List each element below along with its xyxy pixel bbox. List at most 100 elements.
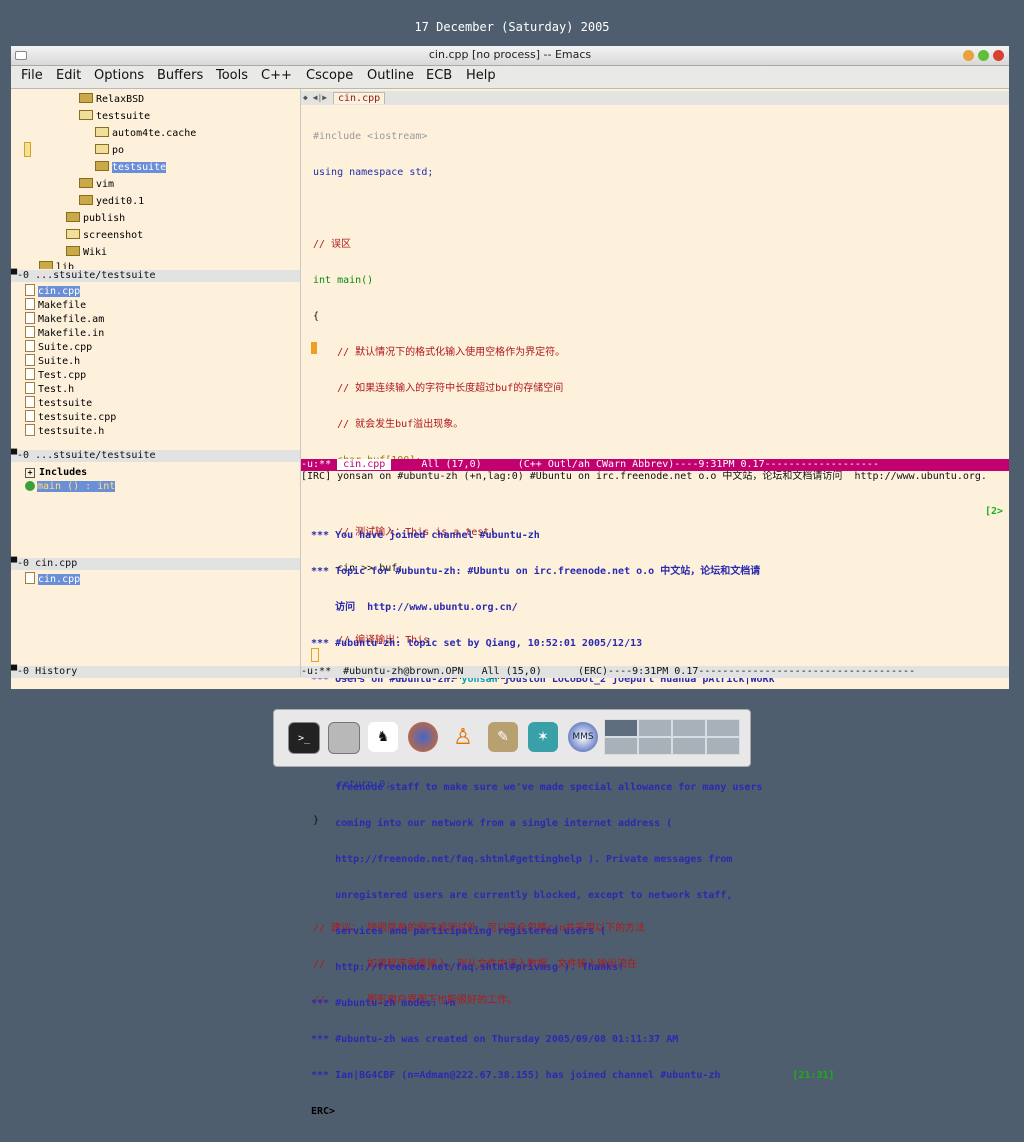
file-icon xyxy=(25,298,35,310)
irc-modeline: -u:** #ubuntu-zh@brown.OPN All (15,0) (E… xyxy=(301,666,1009,678)
editor-modeline: -u:** cin.cpp All (17,0) (C++ Outl/ah CW… xyxy=(301,459,1009,471)
file-icon xyxy=(25,326,35,338)
folder-open-icon xyxy=(66,229,80,239)
menu-cpp[interactable]: C++ xyxy=(261,68,292,83)
menu-help[interactable]: Help xyxy=(466,68,496,83)
source-item[interactable]: Makefile xyxy=(25,298,86,311)
source-item[interactable]: Makefile.in xyxy=(25,326,104,339)
workspace-7[interactable] xyxy=(672,737,706,755)
irc-line: *** #ubuntu-zh: topic set by Qiang, 10:5… xyxy=(311,638,643,649)
workspace-3[interactable] xyxy=(672,719,706,737)
irc-line: freenode staff to make sure we've made s… xyxy=(311,782,763,793)
method-icon xyxy=(25,481,35,491)
history-item-selected[interactable]: cin.cpp xyxy=(25,572,81,585)
source-item[interactable]: testsuite.h xyxy=(25,424,104,437)
folder-icon xyxy=(79,178,93,188)
timestamp: [21:31] xyxy=(792,1070,835,1081)
menu-file[interactable]: File xyxy=(21,68,43,83)
gnu-icon[interactable]: ♞ xyxy=(368,722,398,752)
dir-item[interactable]: yedit0.1 xyxy=(79,195,144,208)
code-line: // 误区 xyxy=(313,239,352,250)
folder-icon xyxy=(66,246,80,256)
title-bar[interactable]: cin.cpp [no process] -- Emacs xyxy=(11,46,1009,66)
close-icon[interactable] xyxy=(993,50,1004,61)
workspace-8[interactable] xyxy=(706,737,740,755)
methods-modeline: ▀-0 cin.cpp xyxy=(11,558,300,570)
irc-line: *** #ubuntu-zh modes: +n xyxy=(311,998,456,1009)
workspace-6[interactable] xyxy=(638,737,672,755)
irc-line: services and participating registered us… xyxy=(311,926,607,937)
dir-item-selected[interactable]: testsuite xyxy=(95,161,167,174)
code-line: using namespace std; xyxy=(313,167,434,178)
tab-cin-cpp[interactable]: cin.cpp xyxy=(333,92,386,104)
menu-cscope[interactable]: Cscope xyxy=(306,68,353,83)
firefox-icon[interactable] xyxy=(408,722,438,752)
dir-item[interactable]: publish xyxy=(66,212,125,225)
code-line: // 默认情况下的格式化输入使用空格作为界定符。 xyxy=(313,347,566,358)
workspace-4[interactable] xyxy=(706,719,740,737)
code-line: // 如果连续输入的字符中长度超过buf的存储空间 xyxy=(313,383,564,394)
menu-buffers[interactable]: Buffers xyxy=(157,68,203,83)
maximize-icon[interactable] xyxy=(978,50,989,61)
irc-line: *** Topic for #ubuntu-zh: #Ubuntu on irc… xyxy=(311,566,761,577)
folder-icon xyxy=(79,93,93,103)
terminal-icon[interactable]: >_ xyxy=(288,722,320,754)
text-cursor xyxy=(311,648,319,662)
irc-line: coming into our network from a single in… xyxy=(311,818,673,829)
gimp-icon[interactable]: ✎ xyxy=(488,722,518,752)
irc-line: http://freenode.net/faq.shtml#gettinghel… xyxy=(311,854,733,865)
irc-prompt[interactable]: ERC> xyxy=(311,1106,1001,1118)
workspace-1[interactable] xyxy=(604,719,638,737)
code-line: #include <iostream> xyxy=(313,131,428,142)
workspace-5[interactable] xyxy=(604,737,638,755)
source-item[interactable]: testsuite xyxy=(25,396,92,409)
menu-ecb[interactable]: ECB xyxy=(426,68,452,83)
file-icon xyxy=(25,424,35,436)
folder-open-icon xyxy=(95,127,109,137)
irc-header-line: [IRC] yonsan on #ubuntu-zh (+n,lag:0) #U… xyxy=(301,471,987,482)
menu-outline[interactable]: Outline xyxy=(367,68,414,83)
source-item[interactable]: Makefile.am xyxy=(25,312,104,325)
dir-item[interactable]: RelaxBSD xyxy=(79,93,144,106)
file-icon xyxy=(25,410,35,422)
method-item-main[interactable]: main () : int xyxy=(25,480,116,493)
expand-icon[interactable]: + xyxy=(25,468,35,478)
minimize-icon[interactable] xyxy=(963,50,974,61)
sources-modeline: ▀-0 ...stsuite/testsuite xyxy=(11,450,300,462)
workspace-switcher xyxy=(604,719,740,755)
methods-group-includes[interactable]: + Includes xyxy=(25,466,87,479)
ecb-panel: RelaxBSD testsuite autom4te.cache po tes… xyxy=(11,89,301,678)
folder-icon xyxy=(79,195,93,205)
source-item-selected[interactable]: cin.cpp xyxy=(25,284,81,297)
menu-options[interactable]: Options xyxy=(94,68,144,83)
dir-item[interactable]: po xyxy=(95,144,124,157)
source-item[interactable]: testsuite.cpp xyxy=(25,410,116,423)
dock: >_ ♞ ♙ ✎ ✶ MMS xyxy=(273,709,751,767)
menu-tools[interactable]: Tools xyxy=(216,68,248,83)
source-item[interactable]: Test.h xyxy=(25,382,74,395)
network-icon[interactable]: ✶ xyxy=(528,722,558,752)
irc-buffer[interactable]: *** You have joined channel #ubuntu-zh *… xyxy=(311,506,1001,1142)
file-icon xyxy=(25,572,35,584)
folder-open-icon xyxy=(79,110,93,120)
drive-icon[interactable] xyxy=(328,722,360,754)
dir-item[interactable]: lib xyxy=(39,261,74,269)
source-item[interactable]: Test.cpp xyxy=(25,368,86,381)
dir-item[interactable]: vim xyxy=(79,178,114,191)
directories-modeline: ▀-0 ...stsuite/testsuite xyxy=(11,270,300,282)
source-item[interactable]: Suite.h xyxy=(25,354,80,367)
source-item[interactable]: Suite.cpp xyxy=(25,340,92,353)
mms-icon[interactable]: MMS xyxy=(568,722,598,752)
dir-item[interactable]: Wiki xyxy=(66,246,107,259)
person-icon[interactable]: ♙ xyxy=(448,722,478,752)
tab-scroll-arrows-icon[interactable]: ◆ ◀|▶ xyxy=(303,93,327,102)
workspace-2[interactable] xyxy=(638,719,672,737)
file-icon xyxy=(25,284,35,296)
dir-item[interactable]: testsuite xyxy=(79,110,150,123)
dir-item[interactable]: screenshot xyxy=(66,229,143,242)
file-icon xyxy=(25,312,35,324)
menu-edit[interactable]: Edit xyxy=(56,68,81,83)
dir-item[interactable]: autom4te.cache xyxy=(95,127,196,140)
